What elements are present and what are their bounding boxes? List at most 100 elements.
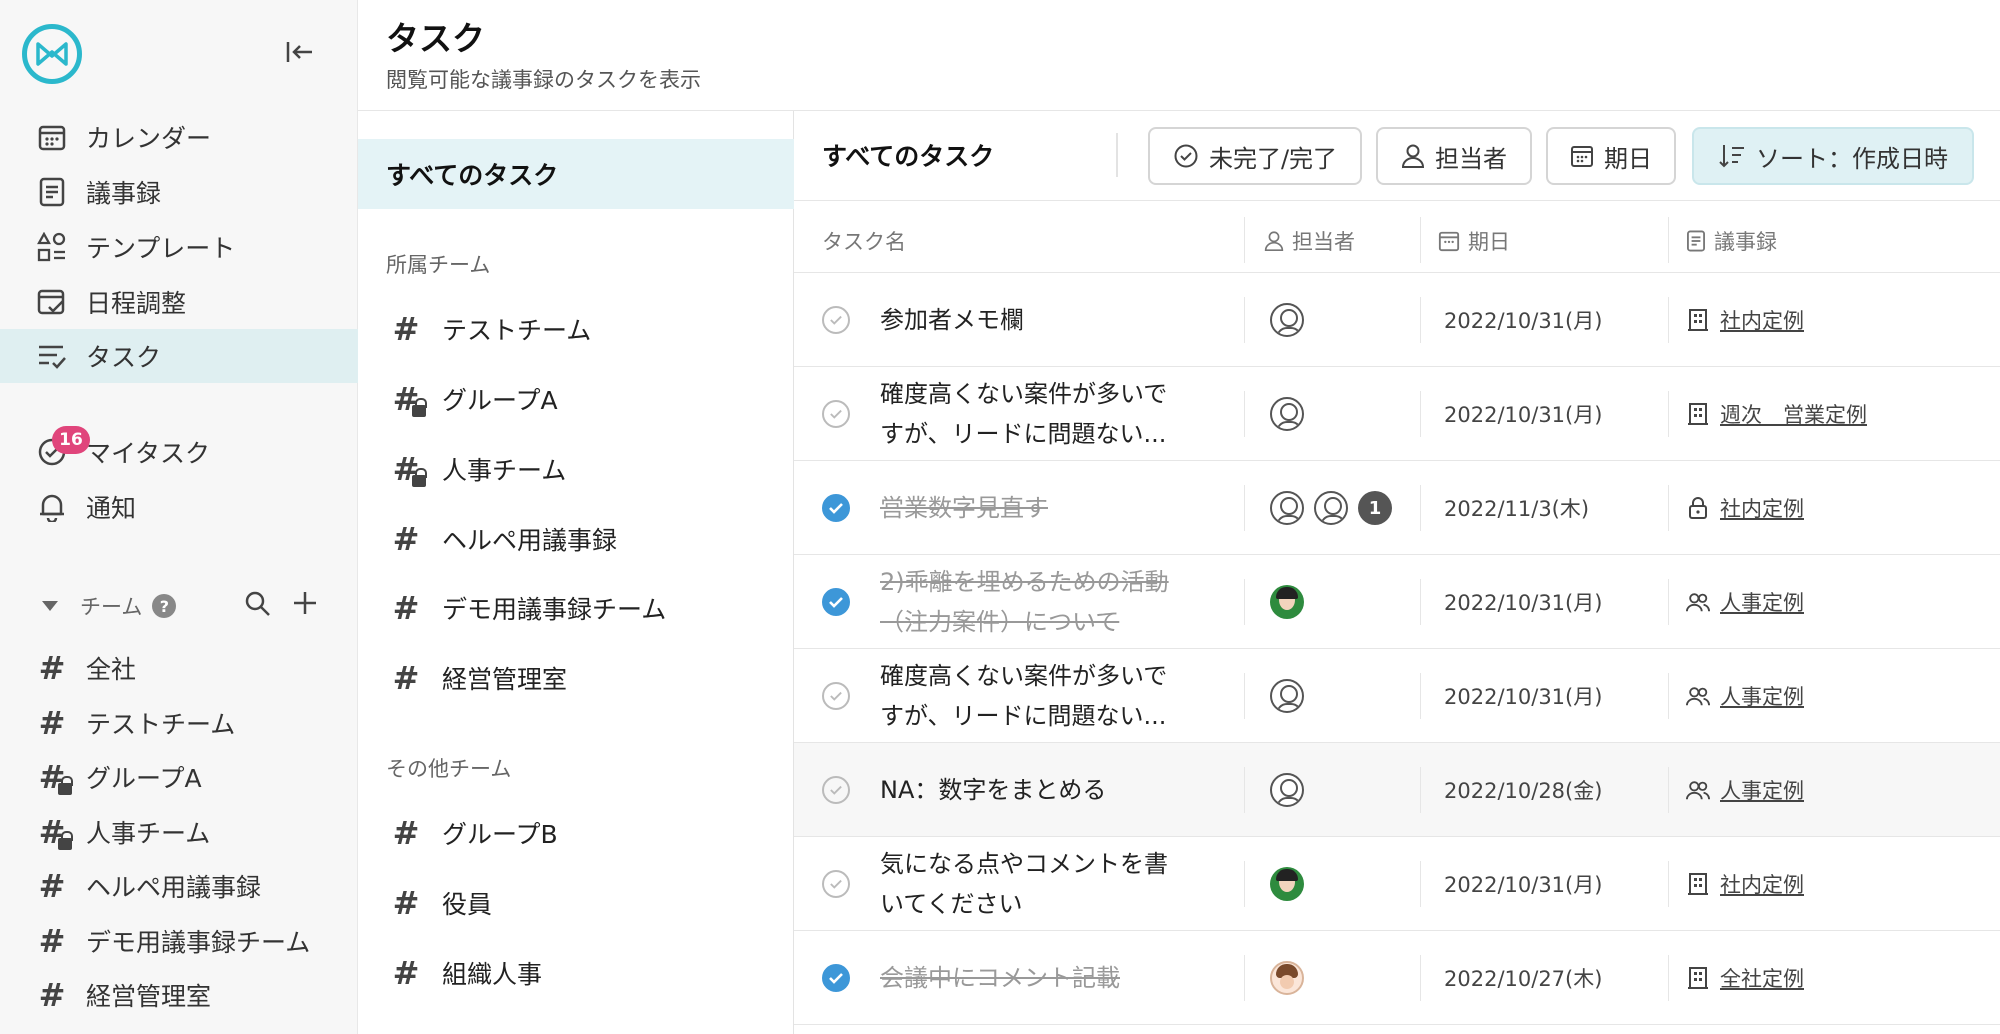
filter-team-item[interactable]: # 役員 [358,873,794,933]
filter-all-tasks[interactable]: すべてのタスク [358,139,794,209]
task-minutes-link[interactable]: 人事定例 [1686,649,1804,743]
sort-icon [1719,145,1744,168]
column-divider [1244,579,1245,625]
task-incomplete-checkbox[interactable] [822,306,850,334]
sidebar-team-item[interactable]: # テストチーム [0,696,358,750]
filter-team-item[interactable]: # グループA [358,369,794,429]
filter-team-item[interactable]: # テストチーム [358,299,794,359]
task-minutes-link[interactable]: 社内定例 [1686,273,1804,367]
task-row[interactable]: 営業数字見直す 1 2022/11/3(木) 社内定例 [794,461,2000,555]
sidebar-team-item[interactable]: # ヘルペ用議事録 [0,859,358,913]
collapse-sidebar-icon[interactable] [284,38,316,66]
task-row[interactable]: 2)乖離を埋めるための活動 （注力案件）について 2022/10/31(月) 人事定例 [794,555,2000,649]
filter-team-item[interactable]: # 組織人事 [358,943,794,1003]
task-assignees[interactable] [1270,866,1304,902]
task-name[interactable]: 2)乖離を埋めるための活動 （注力案件）について [880,555,1200,649]
minutes-title[interactable]: 人事定例 [1720,681,1804,711]
sidebar-item-notifications[interactable]: 通知 [0,480,358,534]
toolbar-title: すべてのタスク [822,142,995,171]
task-assignees[interactable] [1270,960,1304,996]
sidebar-team-item[interactable]: # 全社 [0,641,358,695]
column-divider [1420,485,1421,531]
sidebar-item-minutes[interactable]: 議事録 [0,165,358,219]
task-incomplete-checkbox[interactable] [822,682,850,710]
task-minutes-link[interactable]: 社内定例 [1686,461,1804,555]
minutes-title[interactable]: 社内定例 [1720,869,1804,899]
sidebar-team-item[interactable]: # 経営管理室 [0,968,358,1022]
task-minutes-link[interactable]: 人事定例 [1686,743,1804,837]
task-minutes-link[interactable]: 全社定例 [1686,931,1804,1025]
minutes-title[interactable]: 週次 営業定例 [1720,399,1867,429]
avatar [1270,773,1304,807]
task-name[interactable]: 営業数字見直す [880,461,1200,555]
task-assignees[interactable] [1270,302,1304,338]
due-filter-button[interactable]: 期日 [1546,127,1676,185]
task-row[interactable]: 確度高くない案件が多いで すが、リードに問題ない... 2022/10/31(月) 週… [794,367,2000,461]
sidebar-team-item[interactable]: # 人事チーム [0,805,358,859]
status-filter-label: 未完了/完了 [1208,144,1338,173]
task-name[interactable]: 気になる点やコメントを書 いてください [880,837,1200,931]
task-incomplete-checkbox[interactable] [822,870,850,898]
task-due-date: 2022/10/31(月) [1444,685,1603,709]
sidebar-item-templates[interactable]: テンプレート [0,220,358,274]
task-name-text: 気になる点やコメントを書 いてください [880,844,1168,924]
task-incomplete-checkbox[interactable] [822,400,850,428]
sidebar-team-item[interactable]: # デモ用議事録チーム [0,914,358,968]
task-complete-checkbox[interactable] [822,494,850,522]
caret-down-icon[interactable] [42,601,58,611]
minutes-title[interactable]: 社内定例 [1720,493,1804,523]
minutes-title[interactable]: 人事定例 [1720,775,1804,805]
filter-team-item[interactable]: # ヘルペ用議事録 [358,509,794,569]
minutes-title[interactable]: 社内定例 [1720,305,1804,335]
avatar [1270,867,1304,901]
task-row[interactable]: 確度高くない案件が多いで すが、リードに問題ない... 2022/10/31(月) 人… [794,649,2000,743]
minutes-title[interactable]: 全社定例 [1720,963,1804,993]
avatar [1270,491,1304,525]
task-complete-checkbox[interactable] [822,588,850,616]
task-row[interactable]: 参加者メモ欄 2022/10/31(月) 社内定例 [794,273,2000,367]
task-name[interactable]: NA：数字をまとめる [880,743,1200,837]
app-logo-icon[interactable] [22,24,82,84]
task-assignees[interactable]: 1 [1270,490,1392,526]
hash-icon: # [38,649,66,687]
column-header-due[interactable]: 期日 [1438,221,1510,261]
task-row[interactable]: 気になる点やコメントを書 いてください 2022/10/31(月) 社内定例 [794,837,2000,931]
task-assignees[interactable] [1270,678,1304,714]
sidebar-team-item[interactable]: # グループA [0,750,358,804]
column-divider [1244,673,1245,719]
filter-team-item[interactable]: # 人事チーム [358,439,794,499]
column-header-minutes[interactable]: 議事録 [1686,221,1777,261]
column-header-task-name[interactable]: タスク名 [822,221,906,261]
add-team-icon[interactable] [292,590,318,616]
sidebar-item-scheduling[interactable]: 日程調整 [0,275,358,329]
filter-team-item[interactable]: # 経営管理室 [358,648,794,708]
task-assignees[interactable] [1270,584,1304,620]
sidebar-item-tasks[interactable]: タスク [0,329,358,383]
task-name[interactable]: 確度高くない案件が多いで すが、リードに問題ない... [880,649,1200,743]
task-assignees[interactable] [1270,396,1304,432]
task-main-panel: すべてのタスク 未完了/完了 担当者 期日 ソート：作成日時 タスク名 担当者 … [794,111,2000,1034]
sidebar-item-calendar[interactable]: カレンダー [0,110,358,164]
task-row[interactable]: 会議中にコメント記載 2022/10/27(木) 全社定例 [794,931,2000,1025]
page-subtitle: 閲覧可能な議事録のタスクを表示 [386,68,701,92]
task-complete-checkbox[interactable] [822,964,850,992]
filter-team-item[interactable]: # グループB [358,803,794,863]
task-name[interactable]: 参加者メモ欄 [880,273,1200,367]
assignee-filter-button[interactable]: 担当者 [1376,127,1532,185]
task-name[interactable]: 会議中にコメント記載 [880,931,1200,1025]
search-icon[interactable] [244,590,272,618]
filter-team-item[interactable]: # デモ用議事録チーム [358,578,794,638]
task-minutes-link[interactable]: 社内定例 [1686,837,1804,931]
task-assignees[interactable] [1270,772,1304,808]
task-row[interactable]: NA：数字をまとめる 2022/10/28(金) 人事定例 [794,743,2000,837]
toolbar-divider [1116,133,1118,177]
task-name[interactable]: 確度高くない案件が多いで すが、リードに問題ない... [880,367,1200,461]
status-filter-button[interactable]: 未完了/完了 [1148,127,1362,185]
task-minutes-link[interactable]: 週次 営業定例 [1686,367,1867,461]
task-incomplete-checkbox[interactable] [822,776,850,804]
help-icon[interactable]: ? [152,594,177,618]
column-header-assignee[interactable]: 担当者 [1264,221,1355,261]
task-minutes-link[interactable]: 人事定例 [1686,555,1804,649]
sort-button[interactable]: ソート：作成日時 [1692,127,1974,185]
minutes-title[interactable]: 人事定例 [1720,587,1804,617]
